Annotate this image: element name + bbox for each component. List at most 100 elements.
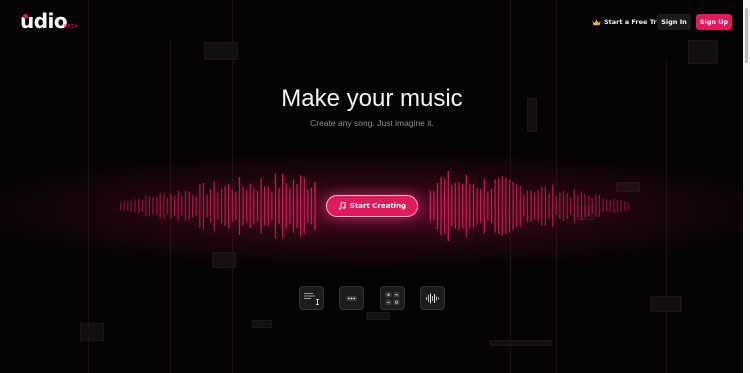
audio-waveform-tile[interactable] [420, 286, 445, 310]
waveform-bar [264, 186, 266, 226]
waveform-bar [278, 188, 280, 224]
waveform-bar [573, 188, 575, 224]
waveform-bar [487, 191, 489, 221]
waveform-bar [552, 184, 554, 228]
waveform-bar [505, 177, 507, 235]
waveform-bar [530, 190, 532, 222]
background-panel [204, 42, 238, 60]
waveform-bar [620, 200, 622, 212]
waveform-bar [282, 174, 284, 238]
waveform-bar [627, 202, 629, 211]
waveform-bar [210, 189, 212, 223]
waveform-bar [199, 184, 201, 228]
waveform-bar [483, 178, 485, 234]
waveform-bar [166, 197, 169, 215]
waveform-bar [141, 199, 143, 213]
waveform-bar [192, 194, 194, 218]
waveform-bar [260, 178, 262, 234]
waveform-bar [559, 193, 561, 219]
waveform-bar [134, 199, 136, 213]
waveform-bar [156, 197, 158, 215]
waveform-bar [555, 197, 557, 215]
waveform-bar [235, 191, 237, 221]
waveform-bar [523, 195, 525, 217]
waveform-bar [231, 190, 233, 222]
waveform-bar [292, 179, 295, 233]
waveform-bar [224, 186, 226, 226]
waveform-bar [616, 199, 619, 213]
waveform-bar [440, 176, 442, 236]
waveform-bar [526, 190, 529, 222]
waveform-bar [444, 177, 446, 235]
waveform-bar [123, 201, 125, 212]
waveform-bar [195, 196, 197, 216]
waveform-bar [217, 192, 219, 220]
waveform-bar [570, 197, 572, 215]
start-creating-label: Start Creating [349, 202, 407, 210]
waveform-bar [598, 195, 601, 217]
waveform-bar [170, 193, 172, 219]
background-panel [252, 320, 272, 328]
waveform-bar [213, 181, 215, 231]
waveform-bar [480, 188, 482, 224]
waveform-bar [159, 193, 161, 219]
more-options-tile[interactable] [339, 286, 364, 310]
waveform-bar [624, 201, 626, 211]
waveform-bar [606, 200, 608, 212]
waveform-bar [494, 179, 496, 233]
logo-accent-dot [23, 14, 28, 19]
tools-grid-tile[interactable] [380, 286, 405, 310]
waveform-bar [595, 194, 597, 218]
background-panel [490, 340, 552, 346]
waveform-bar [577, 194, 579, 218]
waveform-bar [138, 198, 140, 214]
udio-logo[interactable]: udio [20, 9, 68, 33]
sign-in-button[interactable]: Sign In [657, 14, 691, 30]
waveform-bar [303, 177, 305, 235]
waveform-bar [310, 187, 313, 225]
free-trial-link[interactable]: Start a Free Trial [592, 15, 665, 29]
waveform-bar [314, 181, 316, 231]
waveform-bar [267, 186, 269, 226]
waveform-bar [163, 193, 165, 219]
waveform-bar [127, 201, 129, 211]
waveform-bar [184, 191, 187, 221]
waveform-bar [476, 188, 478, 224]
audio-waveform-icon [426, 293, 439, 303]
tools-grid-icon [385, 291, 400, 305]
waveform-bar [451, 185, 453, 227]
waveform-bar [188, 191, 190, 221]
background-panel [366, 312, 390, 320]
waveform-bar [145, 195, 147, 217]
hero-title: Make your music [281, 85, 463, 112]
start-creating-button[interactable]: Start Creating [326, 195, 418, 217]
waveform-bar [519, 186, 521, 226]
waveform-bar [584, 194, 586, 218]
lyrics-editor-icon [304, 292, 319, 305]
sign-up-button[interactable]: Sign Up [696, 14, 732, 30]
waveform-bar [206, 194, 208, 218]
waveform-bar [436, 183, 439, 230]
waveform-bar [602, 198, 604, 214]
waveform-bar [174, 195, 176, 217]
waveform-bar [490, 188, 493, 224]
waveform-bar [508, 179, 511, 233]
scrollbar-thumb[interactable] [745, 8, 748, 63]
waveform-bar [465, 175, 467, 237]
waveform-bar [588, 195, 590, 217]
waveform-bar [516, 184, 518, 228]
waveform-bar [433, 191, 435, 221]
more-options-icon [346, 295, 357, 301]
waveform-bar [238, 177, 241, 236]
lyrics-editor-tile[interactable] [299, 286, 324, 310]
music-note-icon [338, 202, 346, 210]
waveform-bar [609, 200, 611, 212]
waveform-bar [246, 190, 248, 222]
waveform-bar [285, 182, 287, 230]
waveform-bar [429, 190, 431, 222]
waveform-bar [454, 183, 457, 229]
waveform-bar [541, 186, 543, 226]
waveform-bar [580, 191, 583, 221]
waveform-bar [289, 187, 291, 225]
waveform-bar [148, 196, 151, 216]
